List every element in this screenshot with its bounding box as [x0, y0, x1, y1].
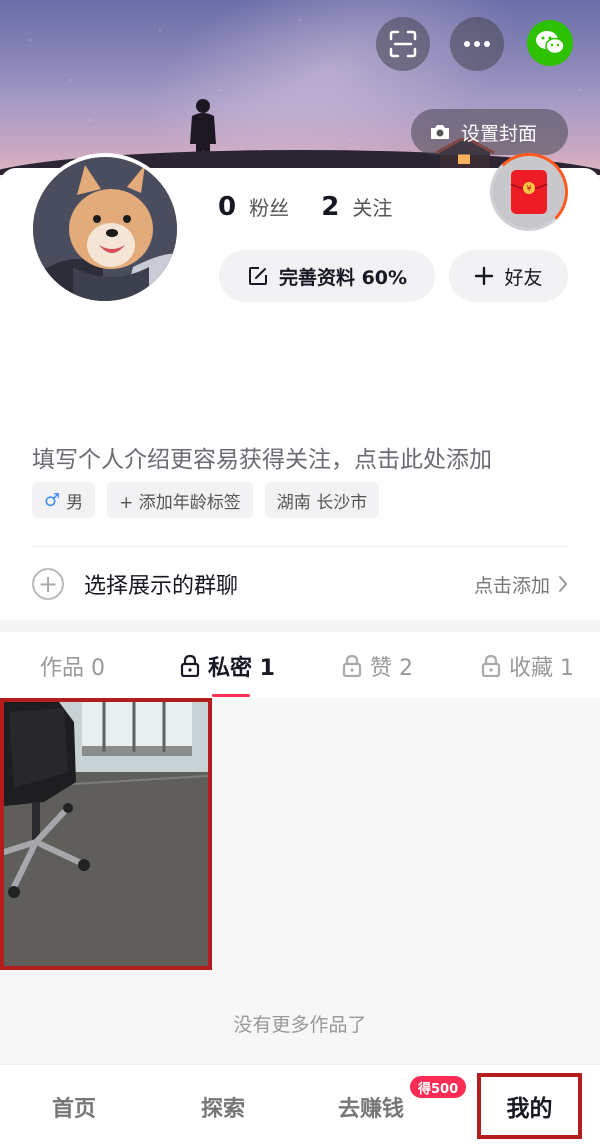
lock-icon	[481, 655, 501, 677]
nav-me[interactable]: 我的	[477, 1073, 582, 1139]
divider	[32, 546, 568, 547]
nav-explore[interactable]: 探索	[201, 1091, 245, 1123]
add-circle-icon: +	[32, 568, 64, 600]
group-chat-action[interactable]: 点击添加	[474, 571, 568, 598]
content-tabs: 作品 0 私密 1 赞 2 收藏 1	[0, 632, 600, 698]
private-work-thumbnail[interactable]	[0, 698, 212, 970]
plus-icon	[475, 266, 494, 286]
edit-profile-label: 完善资料 60%	[278, 266, 408, 289]
tab-favorites-label: 收藏 1	[509, 656, 574, 681]
lock-icon	[180, 655, 200, 677]
camera-icon	[431, 125, 449, 139]
chevron-right-icon	[559, 576, 568, 592]
tab-likes[interactable]: 赞 2	[342, 650, 413, 682]
male-icon: ♂	[44, 489, 61, 511]
svg-text:¥: ¥	[526, 184, 531, 193]
tab-private-label: 私密 1	[208, 656, 275, 681]
red-packet-icon: ¥	[510, 170, 548, 214]
add-friend-label: 好友	[504, 266, 543, 289]
group-chat-action-label: 点击添加	[473, 574, 550, 597]
set-cover-button[interactable]: 设置封面	[411, 109, 568, 155]
scan-button[interactable]	[376, 17, 430, 71]
no-more-works-text: 没有更多作品了	[233, 1014, 367, 1036]
add-age-tag[interactable]: + 添加年龄标签	[107, 482, 253, 518]
gender-tag[interactable]: ♂ 男	[32, 482, 96, 518]
tab-private[interactable]: 私密 1	[180, 650, 275, 682]
set-cover-label: 设置封面	[461, 122, 538, 145]
location-tag[interactable]: 湖南 长沙市	[264, 482, 380, 518]
tab-likes-label: 赞 2	[370, 656, 413, 681]
bio-placeholder[interactable]: 填写个人介绍更容易获得关注，点击此处添加	[32, 440, 492, 474]
active-tab-indicator	[212, 694, 250, 697]
red-packet-button[interactable]: ¥	[490, 153, 568, 231]
tab-favorites[interactable]: 收藏 1	[481, 650, 574, 682]
group-chat-row[interactable]: + 选择展示的群聊 点击添加	[32, 560, 568, 608]
add-friend-button[interactable]: 好友	[449, 250, 568, 302]
following-stat[interactable]: 2 关注	[321, 192, 392, 222]
following-label: 关注	[352, 196, 393, 220]
nav-earn[interactable]: 去赚钱	[338, 1091, 404, 1123]
more-button[interactable]	[450, 17, 504, 71]
thumbnail-office-chair-image	[4, 702, 208, 966]
group-chat-label: 选择展示的群聊	[84, 574, 239, 599]
tab-works-label: 作品 0	[40, 656, 105, 681]
nav-me-label: 我的	[506, 1096, 553, 1122]
profile-stats: 0 粉丝 2 关注	[218, 192, 392, 222]
fans-count: 0	[218, 192, 237, 222]
scan-icon	[389, 30, 417, 58]
lock-icon	[342, 655, 362, 677]
tab-works[interactable]: 作品 0	[40, 650, 105, 682]
earn-badge: 得500	[410, 1076, 467, 1098]
edit-profile-button[interactable]: 完善资料 60%	[219, 250, 435, 302]
fans-label: 粉丝	[249, 196, 290, 220]
edit-icon	[248, 267, 267, 285]
gender-label: 男	[66, 492, 84, 513]
profile-tags: ♂ 男 + 添加年龄标签 湖南 长沙市	[32, 482, 380, 518]
more-icon	[464, 41, 490, 47]
wechat-icon	[536, 31, 565, 55]
following-count: 2	[321, 192, 340, 222]
nav-home[interactable]: 首页	[52, 1091, 96, 1123]
wechat-button[interactable]	[527, 20, 573, 66]
fans-stat[interactable]: 0 粉丝	[218, 192, 289, 222]
avatar[interactable]	[29, 153, 181, 305]
